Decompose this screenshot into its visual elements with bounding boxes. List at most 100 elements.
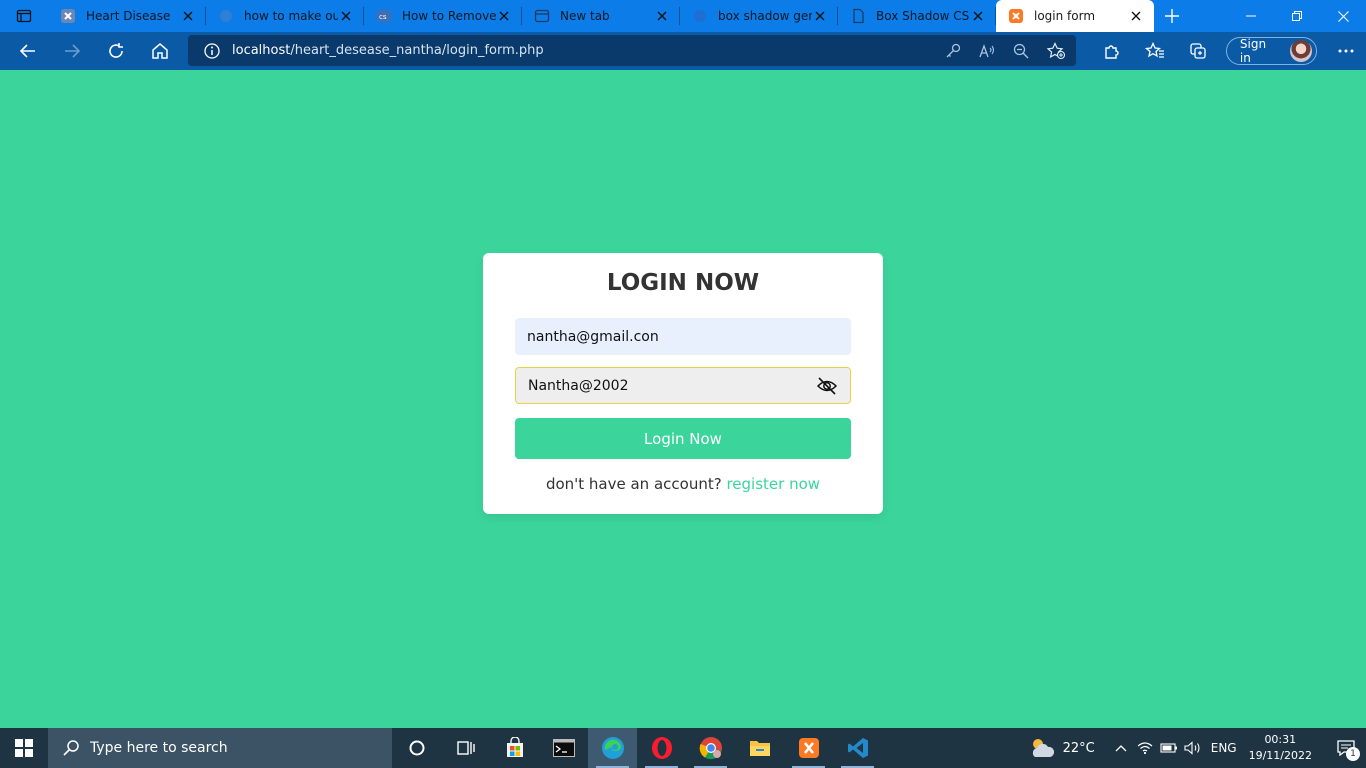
tab-close-icon[interactable] [812, 8, 828, 24]
wifi-icon [1137, 742, 1153, 755]
tab-close-icon[interactable] [1128, 8, 1144, 24]
collections-button[interactable] [1177, 32, 1220, 70]
email-field[interactable]: nantha@gmail.con [515, 318, 851, 355]
close-window-button[interactable] [1320, 0, 1366, 32]
info-icon[interactable] [204, 42, 220, 59]
forward-button[interactable] [50, 32, 94, 70]
weather-widget[interactable]: 22°C [1029, 737, 1095, 759]
edge-app[interactable] [588, 728, 637, 768]
partly-cloudy-icon [1032, 739, 1054, 757]
arrow-right-icon [65, 44, 81, 58]
speaker-icon [1184, 741, 1200, 755]
tab-close-icon[interactable] [496, 8, 512, 24]
add-favorite-icon[interactable] [1046, 41, 1066, 60]
tab-close-icon[interactable] [654, 8, 670, 24]
battery-button[interactable] [1157, 742, 1181, 754]
more-icon [1338, 49, 1354, 53]
volume-button[interactable] [1181, 741, 1205, 755]
email-value: nantha@gmail.con [527, 328, 659, 345]
show-hidden-icons-button[interactable] [1109, 744, 1133, 752]
refresh-button[interactable] [94, 32, 138, 70]
notification-badge: 1 [1346, 747, 1360, 761]
file-explorer-app[interactable] [735, 728, 784, 768]
microsoft-store-app[interactable] [490, 728, 539, 768]
xampp-icon [60, 8, 76, 24]
refresh-icon [109, 43, 123, 58]
taskbar-search[interactable]: Type here to search [48, 728, 392, 768]
address-bar[interactable]: localhost/heart_desease_nantha/login_for… [188, 35, 1076, 66]
tab-close-icon[interactable] [338, 8, 354, 24]
page-title: LOGIN NOW [606, 270, 760, 296]
key-icon[interactable] [944, 42, 962, 60]
back-button[interactable] [6, 32, 50, 70]
task-view-icon [456, 741, 475, 755]
new-tab-button[interactable] [1154, 0, 1190, 32]
url-text: localhost/heart_desease_nantha/login_for… [232, 43, 544, 58]
password-value: Nantha@2002 [528, 377, 629, 394]
tab-login-form[interactable]: login form [996, 0, 1154, 32]
tab-box-shadow-css[interactable]: Box Shadow CSS [838, 0, 996, 32]
avatar [1290, 40, 1312, 62]
tab-close-icon[interactable] [970, 8, 986, 24]
xampp-app[interactable] [784, 728, 833, 768]
register-link[interactable]: register now [726, 475, 820, 493]
input-language[interactable]: ENG [1211, 741, 1237, 755]
extensions-button[interactable] [1090, 32, 1133, 70]
settings-more-button[interactable] [1327, 32, 1366, 70]
register-prompt: don't have an account? [545, 475, 722, 493]
opera-app[interactable] [637, 728, 686, 768]
plus-icon [1165, 9, 1179, 23]
tab-actions-icon [16, 9, 32, 23]
login-button[interactable]: Login Now [515, 418, 851, 459]
folder-icon [749, 741, 770, 756]
clock-date: 19/11/2022 [1248, 749, 1312, 762]
restore-icon [1292, 11, 1302, 21]
minimize-button[interactable] [1228, 0, 1274, 32]
home-icon [152, 43, 168, 59]
zoom-out-icon[interactable] [1012, 42, 1030, 60]
xampp-icon [1008, 8, 1024, 24]
document-icon [850, 8, 866, 24]
battery-icon [1160, 743, 1177, 753]
terminal-app[interactable] [539, 728, 588, 768]
tab-heart-disease[interactable]: Heart Disease [48, 0, 206, 32]
login-form-card: LOGIN NOW nantha@gmail.con Nantha@2002 L… [483, 253, 883, 514]
puzzle-icon [1104, 45, 1119, 59]
password-field[interactable]: Nantha@2002 [515, 367, 851, 404]
tab-box-shadow-generator[interactable]: box shadow gene [680, 0, 838, 32]
task-view-button[interactable] [441, 728, 490, 768]
url-path: /heart_desease_nantha/login_form.php [290, 43, 544, 58]
close-icon [1337, 10, 1349, 22]
tab-title: Box Shadow CSS [876, 9, 970, 23]
chrome-icon [699, 737, 722, 760]
eye-slash-icon[interactable] [816, 375, 838, 397]
home-button[interactable] [138, 32, 182, 70]
edge-icon [601, 737, 624, 759]
tab-title: How to Remove [402, 9, 496, 23]
terminal-icon [552, 739, 575, 757]
network-button[interactable] [1133, 741, 1157, 755]
tab-how-to-remove[interactable]: cs How to Remove [364, 0, 522, 32]
tab-new-tab[interactable]: New tab [522, 0, 680, 32]
tab-actions-button[interactable] [0, 0, 48, 32]
cortana-button[interactable] [392, 728, 441, 768]
taskbar-clock[interactable]: 00:31 19/11/2022 [1249, 732, 1312, 764]
taskbar-apps [392, 728, 882, 768]
vscode-app[interactable] [833, 728, 882, 768]
xampp-icon [798, 738, 819, 758]
tab-how-to-make-outline[interactable]: how to make outl [206, 0, 364, 32]
register-prompt-line: don't have an account? register now [483, 475, 883, 493]
restore-button[interactable] [1274, 0, 1320, 32]
sign-in-label: Sign in [1239, 37, 1267, 65]
windows-taskbar: Type here to search 22°C ENG 00:31 19/11… [0, 728, 1366, 768]
notification-center-button[interactable]: 1 [1326, 728, 1366, 768]
start-button[interactable] [0, 728, 48, 768]
toolbar-right: Sign in [1090, 32, 1366, 70]
tab-close-icon[interactable] [180, 8, 196, 24]
page-icon [218, 8, 234, 24]
sign-in-button[interactable]: Sign in [1225, 37, 1317, 65]
chrome-app[interactable] [686, 728, 735, 768]
favorites-button[interactable] [1133, 32, 1176, 70]
tab-title: New tab [560, 9, 610, 23]
read-aloud-icon[interactable] [978, 42, 996, 60]
